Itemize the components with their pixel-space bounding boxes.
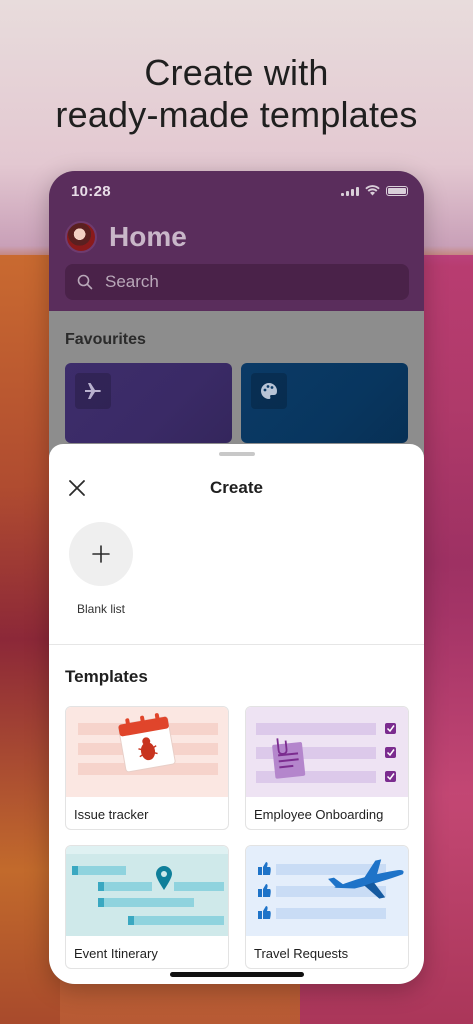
create-sheet: Create Blank list Templates Issue tracke… — [49, 444, 424, 984]
template-label: Travel Requests — [254, 946, 349, 961]
sheet-title: Create — [210, 478, 263, 497]
template-card-employee-onboarding[interactable]: Employee Onboarding — [245, 706, 409, 830]
template-card-travel-requests[interactable]: Travel Requests — [245, 845, 409, 969]
search-icon — [77, 274, 93, 290]
map-pin-icon — [66, 846, 228, 936]
hero-title: Create with ready-made templates — [0, 52, 473, 136]
cellular-signal-icon — [341, 186, 359, 196]
page-title: Home — [109, 221, 187, 252]
sheet-grabber[interactable] — [219, 452, 255, 456]
airplane-icon — [75, 373, 111, 409]
search-input[interactable]: Search — [105, 272, 159, 292]
status-time: 10:28 — [71, 183, 111, 200]
status-icons — [341, 185, 408, 196]
battery-icon — [386, 185, 408, 196]
template-label: Event Itinerary — [74, 946, 158, 961]
app-header: 10:28 Home Search — [49, 171, 424, 311]
hero-title-line1: Create with — [144, 52, 329, 93]
favourite-card[interactable] — [241, 363, 408, 443]
blank-list-label: Blank list — [76, 602, 126, 616]
search-bar[interactable]: Search — [65, 264, 409, 300]
hero-title-line2: ready-made templates — [55, 94, 418, 135]
template-card-event-itinerary[interactable]: Event Itinerary — [65, 845, 229, 969]
home-indicator — [170, 972, 304, 977]
templates-title: Templates — [65, 667, 148, 686]
blank-list-button[interactable] — [69, 522, 133, 586]
favourite-card[interactable] — [65, 363, 232, 443]
divider — [49, 644, 424, 645]
template-label: Issue tracker — [74, 807, 149, 822]
wifi-icon — [365, 185, 380, 196]
palette-icon — [251, 373, 287, 409]
avatar[interactable] — [65, 221, 97, 253]
calendar-bug-icon — [66, 707, 228, 797]
template-card-issue-tracker[interactable]: Issue tracker — [65, 706, 229, 830]
plus-icon — [92, 545, 110, 563]
template-label: Employee Onboarding — [254, 807, 384, 822]
airplane-icon — [246, 846, 408, 936]
favourites-title: Favourites — [65, 331, 146, 348]
phone-frame: 10:28 Home Search Favourites Create Blan… — [49, 171, 424, 984]
checklist-icon — [246, 707, 408, 797]
